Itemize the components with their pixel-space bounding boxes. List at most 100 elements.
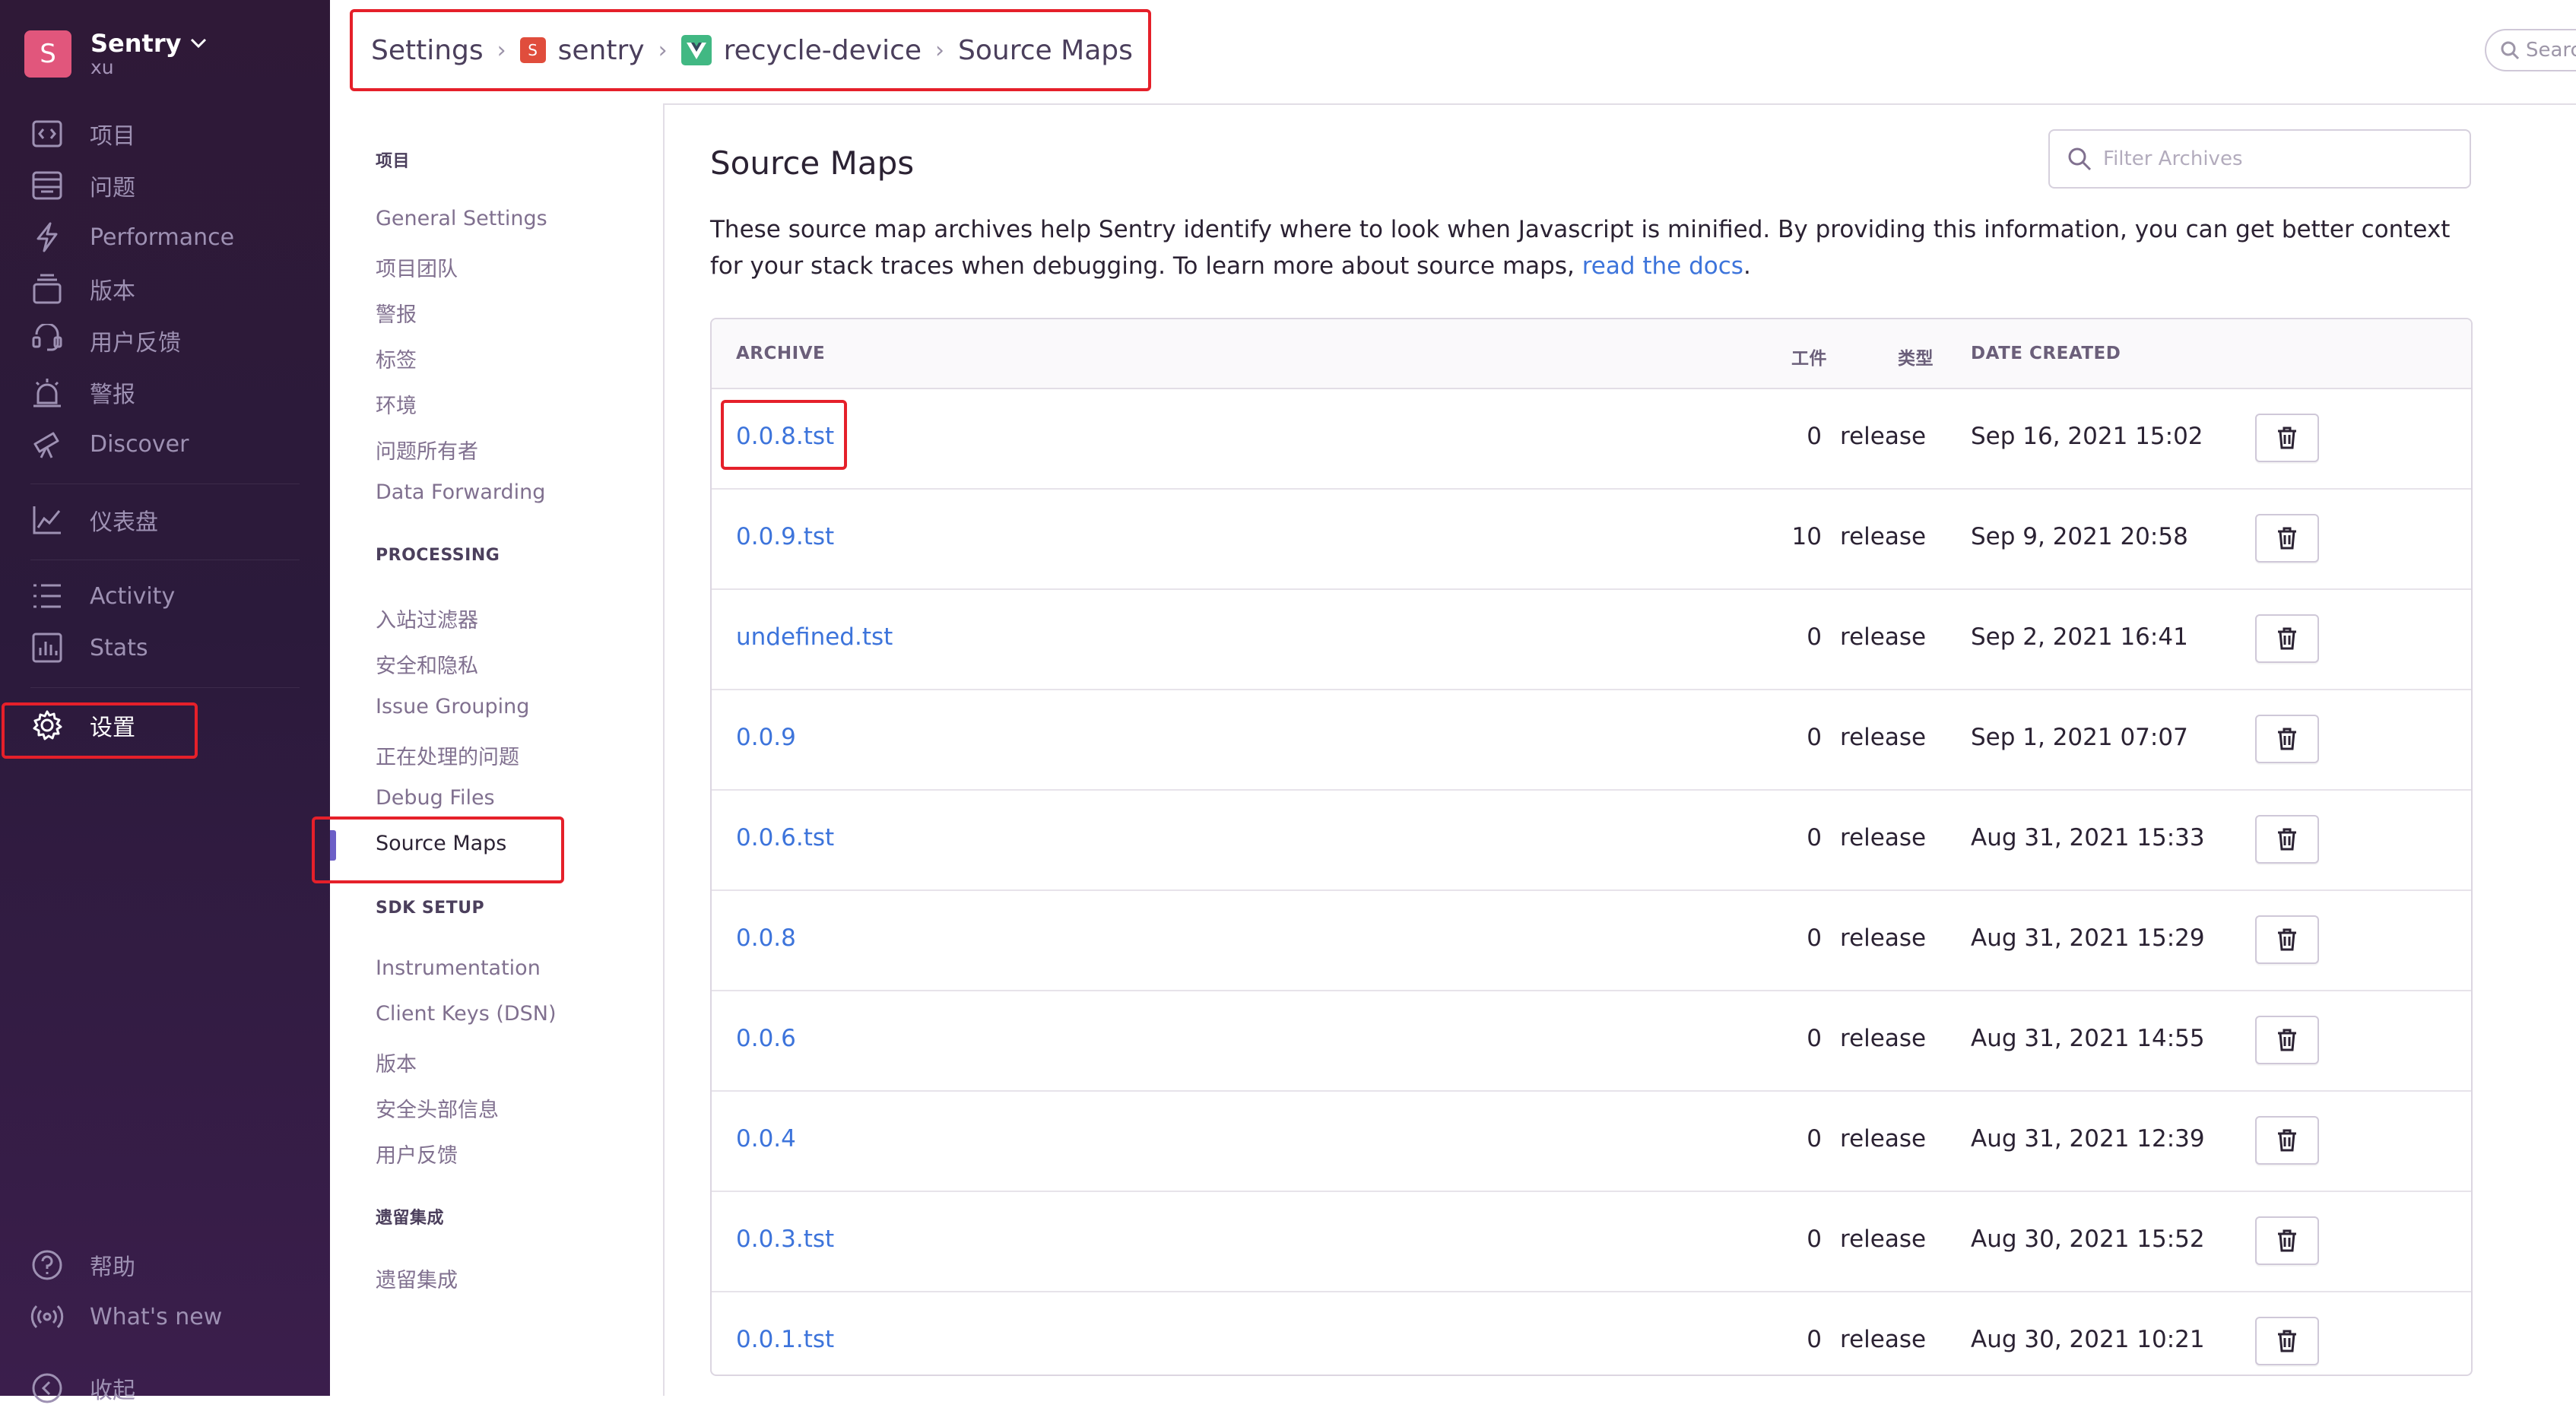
description-text: These source map archives help Sentry id… (710, 216, 2451, 280)
trash-icon (2276, 426, 2298, 450)
filter-archives-input[interactable]: Filter Archives (2048, 129, 2471, 189)
subnav-security-privacy[interactable]: 安全和隐私 (376, 649, 478, 679)
page-title: Source Maps (710, 144, 915, 182)
org-user: xu (90, 56, 114, 78)
delete-button[interactable] (2255, 715, 2319, 763)
artifact-count: 0 (1807, 824, 1822, 851)
sidebar-item-label: 帮助 (90, 1254, 135, 1281)
delete-button[interactable] (2255, 1116, 2319, 1165)
delete-button[interactable] (2255, 514, 2319, 563)
sidebar-item-help[interactable]: 帮助 (30, 1242, 135, 1288)
sidebar-item-issues[interactable]: 问题 (30, 163, 135, 208)
archive-link[interactable]: 0.0.8.tst (736, 423, 834, 450)
archive-type: release (1840, 1226, 1927, 1253)
sidebar-divider (30, 687, 300, 688)
artifact-count: 0 (1807, 623, 1822, 651)
archive-link[interactable]: 0.0.6.tst (736, 824, 834, 851)
table-row: 0.0.9 0 release Sep 1, 2021 07:07 (712, 690, 2471, 791)
archive-link[interactable]: 0.0.3.tst (736, 1226, 834, 1253)
delete-button[interactable] (2255, 815, 2319, 864)
sidebar-item-settings[interactable]: 设置 (30, 702, 135, 748)
table-row: 0.0.3.tst 0 release Aug 30, 2021 15:52 (712, 1192, 2471, 1292)
subnav-inbound-filters[interactable]: 入站过滤器 (376, 604, 478, 633)
column-archive: ARCHIVE (736, 344, 826, 363)
sidebar-item-label: 项目 (90, 123, 135, 150)
subnav-instrumentation[interactable]: Instrumentation (376, 956, 541, 980)
sidebar-item-alerts[interactable]: 警报 (30, 369, 135, 415)
header: Settings › S sentry › recycle-device › S… (330, 0, 2576, 105)
delete-button[interactable] (2255, 1216, 2319, 1265)
sidebar-item-performance[interactable]: Performance (30, 214, 234, 260)
archive-type: release (1840, 924, 1927, 952)
subnav-security-headers[interactable]: 安全头部信息 (376, 1093, 499, 1123)
subnav-heading-processing: PROCESSING (376, 546, 500, 565)
subnav-debug-files[interactable]: Debug Files (376, 786, 495, 810)
dashboard-icon (30, 503, 64, 537)
breadcrumb-org-label: sentry (557, 34, 645, 66)
subnav-data-forwarding[interactable]: Data Forwarding (376, 480, 545, 504)
sidebar-item-label: Activity (90, 582, 176, 610)
sidebar-item-stats[interactable]: Stats (30, 625, 148, 671)
delete-button[interactable] (2255, 915, 2319, 964)
search-icon (2500, 40, 2526, 60)
subnav-processing-issues[interactable]: 正在处理的问题 (376, 740, 519, 770)
org-switcher[interactable]: S Sentry xu (24, 29, 207, 78)
delete-button[interactable] (2255, 1317, 2319, 1365)
sidebar-item-label: Stats (90, 634, 148, 661)
delete-button[interactable] (2255, 614, 2319, 663)
archive-link[interactable]: 0.0.8 (736, 924, 796, 952)
trash-icon (2276, 1329, 2298, 1353)
subnav-legacy-integrations[interactable]: 遗留集成 (376, 1264, 458, 1293)
subnav-issue-grouping[interactable]: Issue Grouping (376, 695, 529, 718)
sidebar-item-user-feedback[interactable]: 用户反馈 (30, 318, 181, 363)
subnav-user-feedback[interactable]: 用户反馈 (376, 1139, 458, 1168)
artifact-count: 0 (1807, 924, 1822, 952)
subnav-tags[interactable]: 标签 (376, 344, 417, 373)
sidebar-item-projects[interactable]: 项目 (30, 111, 135, 157)
date-created: Aug 31, 2021 14:55 (1971, 1025, 2205, 1052)
settings-subnav: 项目 General Settings 项目团队 警报 标签 环境 问题所有者 … (330, 103, 665, 1396)
subnav-heading-sdk-setup: SDK SETUP (376, 899, 485, 918)
subnav-project-teams[interactable]: 项目团队 (376, 252, 458, 282)
table-row: 0.0.6 0 release Aug 31, 2021 14:55 (712, 991, 2471, 1092)
sidebar-item-releases[interactable]: 版本 (30, 266, 135, 312)
archive-type: release (1840, 1125, 1927, 1153)
archive-type: release (1840, 824, 1927, 851)
subnav-source-maps[interactable]: Source Maps (376, 832, 506, 855)
subnav-client-keys[interactable]: Client Keys (DSN) (376, 1002, 557, 1026)
delete-button[interactable] (2255, 414, 2319, 462)
trash-icon (2276, 1028, 2298, 1052)
sidebar-item-dashboards[interactable]: 仪表盘 (30, 497, 158, 543)
breadcrumb-settings[interactable]: Settings (371, 35, 484, 66)
subnav-general-settings[interactable]: General Settings (376, 207, 547, 230)
delete-button[interactable] (2255, 1016, 2319, 1064)
archive-link[interactable]: 0.0.6 (736, 1025, 796, 1052)
subnav-issue-owners[interactable]: 问题所有者 (376, 435, 478, 465)
sidebar-item-activity[interactable]: Activity (30, 573, 175, 619)
archive-link[interactable]: 0.0.1.tst (736, 1326, 834, 1353)
archive-link[interactable]: 0.0.9 (736, 724, 796, 751)
archive-type: release (1840, 724, 1927, 751)
broadcast-icon (30, 1300, 64, 1333)
archive-link[interactable]: 0.0.9.tst (736, 523, 834, 550)
lightning-icon (30, 220, 64, 254)
sidebar-item-discover[interactable]: Discover (30, 421, 189, 467)
subnav-environments[interactable]: 环境 (376, 389, 417, 419)
archive-link[interactable]: 0.0.4 (736, 1125, 796, 1153)
active-indicator (330, 830, 336, 861)
breadcrumb-org[interactable]: S sentry (519, 34, 645, 66)
subnav-releases[interactable]: 版本 (376, 1048, 417, 1077)
table-row: 0.0.8.tst 0 release Sep 16, 2021 15:02 (712, 389, 2471, 490)
global-search[interactable]: Search (2485, 29, 2576, 71)
sidebar-item-whats-new[interactable]: What's new (30, 1294, 222, 1340)
stats-icon (30, 631, 64, 664)
issues-icon (30, 169, 64, 202)
sidebar-item-collapse[interactable]: 收起 (30, 1365, 135, 1411)
sidebar-item-label: What's new (90, 1303, 223, 1330)
docs-link[interactable]: read the docs (1582, 252, 1743, 280)
artifact-count: 0 (1807, 1125, 1822, 1153)
global-search-placeholder: Search (2526, 39, 2576, 62)
archive-link[interactable]: undefined.tst (736, 623, 893, 651)
subnav-alerts[interactable]: 警报 (376, 298, 417, 328)
breadcrumb-project[interactable]: recycle-device (680, 35, 922, 66)
